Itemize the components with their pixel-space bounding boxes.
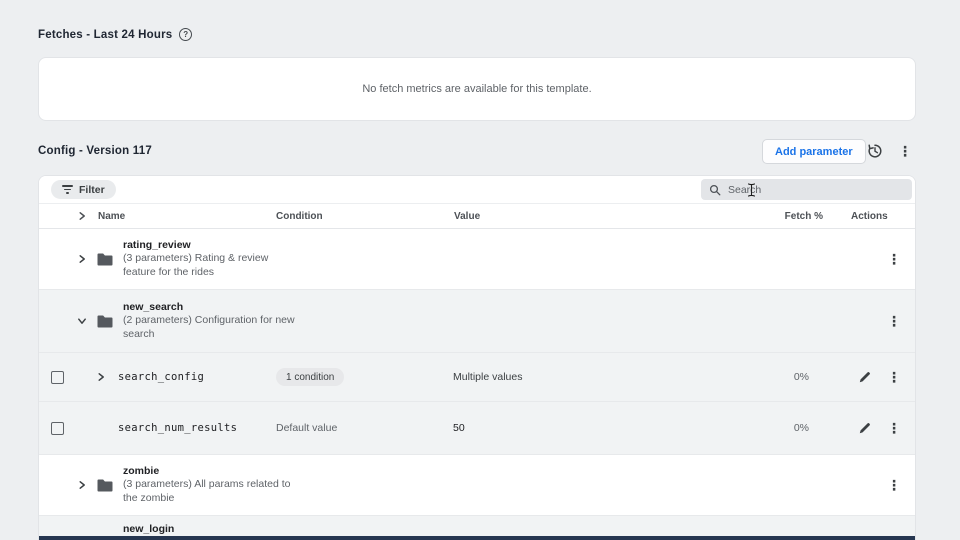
value-cell: Multiple values [453, 353, 522, 401]
row-overflow-menu[interactable]: ⋮ [885, 290, 903, 352]
edit-button[interactable] [856, 402, 874, 454]
expand-all-chevron[interactable] [77, 204, 87, 228]
row-overflow-menu[interactable]: ⋮ [885, 455, 903, 515]
edit-button[interactable] [856, 353, 874, 401]
header-actions: Actions [851, 204, 888, 228]
row-checkbox-cell [51, 402, 67, 454]
parameter-name: search_config [118, 353, 204, 401]
group-description-line2: search [123, 328, 155, 342]
group-info: new_search (2 parameters) Configuration … [123, 290, 295, 352]
fetches-section-title: Fetches - Last 24 Hours ? [38, 28, 192, 41]
parameters-table: Filter Name Condition Value Fetch % [38, 175, 916, 540]
value-cell: 50 [453, 402, 465, 454]
pencil-icon [858, 421, 872, 435]
table-row: search_config 1 condition Multiple value… [39, 352, 915, 401]
folder-icon [96, 229, 116, 289]
header-value: Value [454, 204, 480, 228]
add-parameter-label: Add parameter [775, 146, 853, 158]
table-header-row: Name Condition Value Fetch % Actions [39, 203, 915, 229]
folder-icon [96, 455, 116, 515]
filter-label: Filter [79, 184, 105, 196]
group-info: rating_review (3 parameters) Rating & re… [123, 229, 268, 289]
condition-badge: 1 condition [276, 368, 344, 386]
kebab-menu-icon: ⋮ [898, 144, 912, 158]
search-icon [709, 184, 721, 196]
text-cursor-icon [747, 183, 756, 197]
filter-button[interactable]: Filter [51, 180, 116, 199]
fetch-metrics-empty-message: No fetch metrics are available for this … [362, 83, 591, 95]
row-overflow-menu[interactable]: ⋮ [885, 229, 903, 289]
gif-progress-bar [39, 536, 915, 540]
pencil-icon [858, 370, 872, 384]
group-name: zombie [123, 465, 159, 479]
config-version-title: Config - Version 117 [38, 145, 152, 157]
group-description-line1: (2 parameters) Configuration for new [123, 314, 295, 328]
kebab-menu-icon: ⋮ [887, 421, 901, 435]
group-description-line1: (3 parameters) Rating & review [123, 252, 268, 266]
group-name: new_login [123, 523, 174, 537]
chevron-down-icon[interactable] [75, 290, 89, 352]
fetch-percent: 0% [753, 353, 809, 401]
fetch-metrics-card: No fetch metrics are available for this … [38, 57, 916, 121]
condition-cell: 1 condition [276, 353, 344, 401]
table-row: rating_review (3 parameters) Rating & re… [39, 229, 915, 289]
kebab-menu-icon: ⋮ [887, 314, 901, 328]
row-overflow-menu[interactable]: ⋮ [885, 353, 903, 401]
kebab-menu-icon: ⋮ [887, 370, 901, 384]
parameter-name: search_num_results [118, 402, 237, 454]
folder-icon [96, 290, 116, 352]
condition-cell: Default value [276, 402, 337, 454]
table-toolbar: Filter [39, 176, 915, 203]
group-description-line2: feature for the rides [123, 266, 214, 280]
row-checkbox-cell [51, 353, 67, 401]
header-condition: Condition [276, 204, 323, 228]
chevron-right-icon[interactable] [75, 455, 89, 515]
version-history-icon[interactable] [865, 141, 885, 161]
kebab-menu-icon: ⋮ [887, 252, 901, 266]
help-icon[interactable]: ? [179, 28, 192, 41]
filter-icon [62, 185, 73, 193]
header-fetch-percent: Fetch % [753, 204, 823, 228]
table-row: search_num_results Default value 50 0% ⋮ [39, 401, 915, 454]
fetches-title-text: Fetches - Last 24 Hours [38, 29, 172, 41]
chevron-right-icon[interactable] [75, 229, 89, 289]
kebab-menu-icon: ⋮ [887, 478, 901, 492]
group-description-line1: (3 parameters) All params related to [123, 478, 291, 492]
row-overflow-menu[interactable]: ⋮ [885, 402, 903, 454]
remote-config-page: Fetches - Last 24 Hours ? No fetch metri… [0, 0, 960, 540]
search-field[interactable] [701, 179, 912, 200]
history-icon [866, 142, 884, 160]
group-name: new_search [123, 301, 183, 315]
group-info: zombie (3 parameters) All params related… [123, 455, 291, 515]
chevron-right-icon[interactable] [94, 353, 108, 401]
add-parameter-button[interactable]: Add parameter [762, 139, 866, 164]
row-checkbox[interactable] [51, 371, 64, 384]
group-name: rating_review [123, 239, 191, 253]
group-description-line2: the zombie [123, 492, 174, 506]
header-name: Name [98, 204, 125, 228]
table-row: new_search (2 parameters) Configuration … [39, 289, 915, 352]
fetch-percent: 0% [753, 402, 809, 454]
row-checkbox[interactable] [51, 422, 64, 435]
table-row: zombie (3 parameters) All params related… [39, 454, 915, 515]
config-overflow-menu[interactable]: ⋮ [895, 141, 915, 161]
condition-text: Default value [276, 422, 337, 434]
